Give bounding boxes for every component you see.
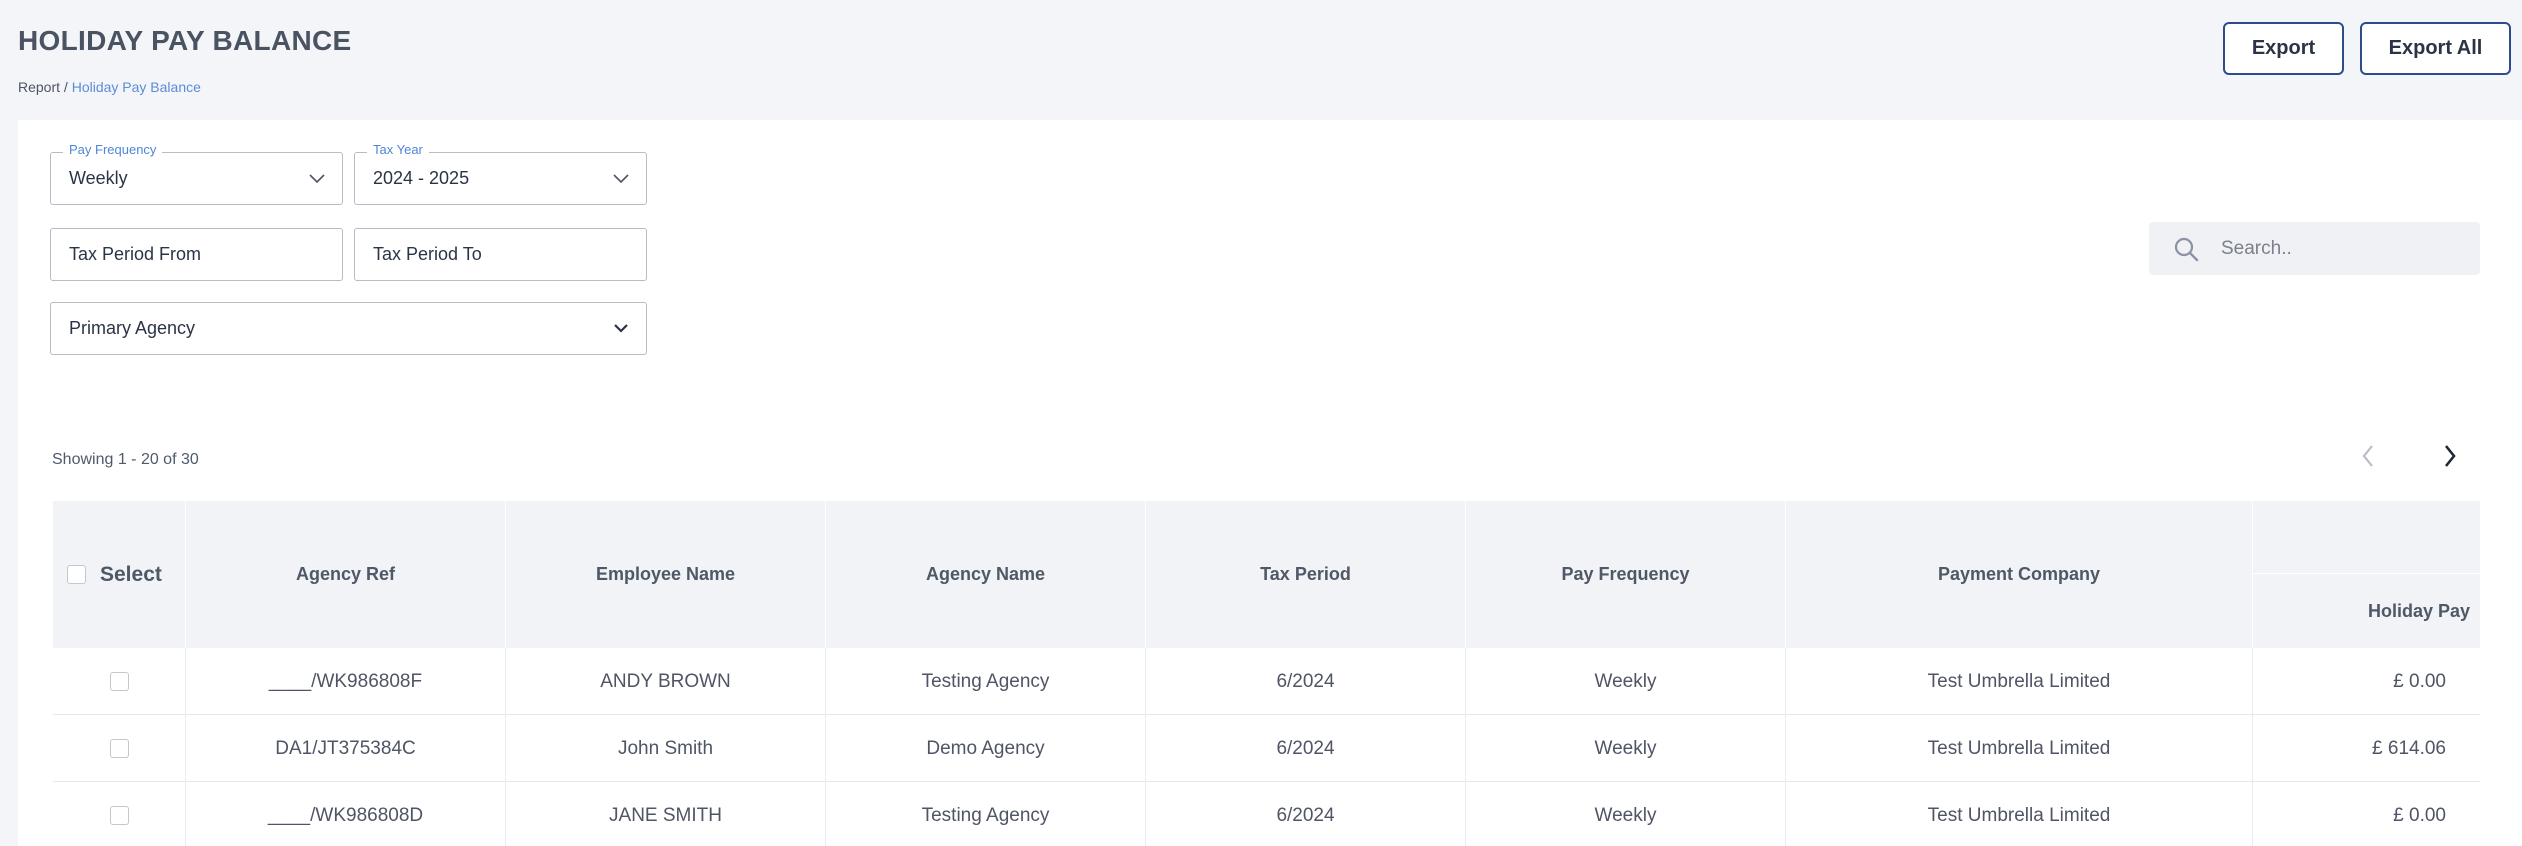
cell-employee-name: John Smith (506, 715, 826, 782)
header-holiday-pay-label: Holiday Pay (2367, 601, 2470, 621)
cell-agency-ref: ____/WK986808F (186, 648, 506, 715)
export-all-button[interactable]: Export All (2360, 22, 2511, 75)
row-select-cell (53, 782, 186, 846)
cell-agency-ref: ____/WK986808D (186, 782, 506, 846)
export-button[interactable]: Export (2223, 22, 2344, 75)
search-input[interactable] (2221, 237, 2461, 260)
pay-frequency-select[interactable]: Pay Frequency Weekly (50, 142, 343, 205)
breadcrumb: Report / Holiday Pay Balance (18, 79, 201, 95)
cell-pay-frequency: Weekly (1466, 782, 1786, 846)
cell-agency-name: Testing Agency (826, 782, 1146, 846)
table-row: ____/WK986808D JANE SMITH Testing Agency… (53, 782, 2480, 846)
breadcrumb-current[interactable]: Holiday Pay Balance (72, 79, 201, 95)
cell-tax-period: 6/2024 (1146, 782, 1466, 846)
cell-holiday-pay: £ 0.00 (2393, 670, 2446, 692)
page-header: HOLIDAY PAY BALANCE Report / Holiday Pay… (0, 0, 2522, 120)
report-card: Pay Frequency Weekly Tax Year 2024 - 202… (18, 120, 2522, 846)
page-title: HOLIDAY PAY BALANCE (18, 25, 352, 56)
cell-payment-company: Test Umbrella Limited (1786, 782, 2253, 846)
previous-page-button[interactable] (2354, 440, 2382, 472)
select-all-checkbox[interactable] (67, 565, 86, 584)
row-checkbox[interactable] (109, 672, 129, 691)
breadcrumb-root[interactable]: Report (18, 79, 60, 95)
table-header: Select Agency Ref Employee Name Agency N… (53, 501, 2480, 648)
pay-frequency-label: Pay Frequency (63, 142, 163, 157)
cell-payment-company: Test Umbrella Limited (1786, 648, 2253, 715)
header-agency-ref[interactable]: Agency Ref (186, 501, 506, 648)
header-payment-company[interactable]: Payment Company (1786, 501, 2253, 648)
chevron-right-icon (2444, 445, 2456, 467)
chevron-down-icon (613, 174, 629, 184)
tax-year-select[interactable]: Tax Year 2024 - 2025 (354, 142, 647, 205)
cell-employee-name: JANE SMITH (506, 782, 826, 846)
row-select-cell (53, 648, 186, 715)
header-tax-period[interactable]: Tax Period (1146, 501, 1466, 648)
cell-agency-ref: DA1/JT375384C (186, 715, 506, 782)
cell-pay-frequency: Weekly (1466, 715, 1786, 782)
primary-agency-placeholder: Primary Agency (69, 318, 196, 338)
tax-year-value: 2024 - 2025 (373, 168, 470, 188)
header-select: Select (53, 501, 186, 648)
header-agency-name[interactable]: Agency Name (826, 501, 1146, 648)
header-divider (2253, 573, 2480, 574)
breadcrumb-separator: / (60, 79, 72, 95)
chevron-down-icon (614, 324, 628, 333)
cell-pay-frequency: Weekly (1466, 648, 1786, 715)
cell-tax-period: 6/2024 (1146, 648, 1466, 715)
pagination-summary: Showing 1 - 20 of 30 (52, 451, 199, 468)
cell-holiday-pay: £ 614.06 (2372, 737, 2446, 759)
header-pay-frequency[interactable]: Pay Frequency (1466, 501, 1786, 648)
tax-period-to-placeholder: Tax Period To (373, 244, 482, 264)
next-page-button[interactable] (2436, 440, 2464, 472)
pay-frequency-value: Weekly (69, 168, 128, 188)
cell-payment-company: Test Umbrella Limited (1786, 715, 2253, 782)
chevron-left-icon (2362, 445, 2373, 467)
row-checkbox[interactable] (109, 739, 129, 758)
search-box[interactable] (2149, 222, 2480, 275)
search-icon (2174, 237, 2199, 261)
header-employee-name[interactable]: Employee Name (506, 501, 826, 648)
tax-period-to-input[interactable]: Tax Period To (354, 228, 647, 281)
tax-period-from-placeholder: Tax Period From (69, 244, 202, 264)
tax-period-from-input[interactable]: Tax Period From (50, 228, 343, 281)
row-select-cell (53, 715, 186, 782)
header-holiday-pay[interactable]: Holiday Pay (2253, 501, 2480, 648)
cell-tax-period: 6/2024 (1146, 715, 1466, 782)
cell-employee-name: ANDY BROWN (506, 648, 826, 715)
cell-agency-name: Demo Agency (826, 715, 1146, 782)
chevron-down-icon (309, 174, 325, 184)
row-checkbox[interactable] (109, 806, 129, 825)
table-row: DA1/JT375384C John Smith Demo Agency 6/2… (53, 715, 2480, 782)
header-select-label: Select (100, 562, 162, 586)
cell-agency-name: Testing Agency (826, 648, 1146, 715)
table-row: ____/WK986808F ANDY BROWN Testing Agency… (53, 648, 2480, 715)
tax-year-label: Tax Year (367, 142, 429, 157)
cell-holiday-pay: £ 0.00 (2393, 804, 2446, 826)
primary-agency-select[interactable]: Primary Agency (50, 302, 647, 355)
